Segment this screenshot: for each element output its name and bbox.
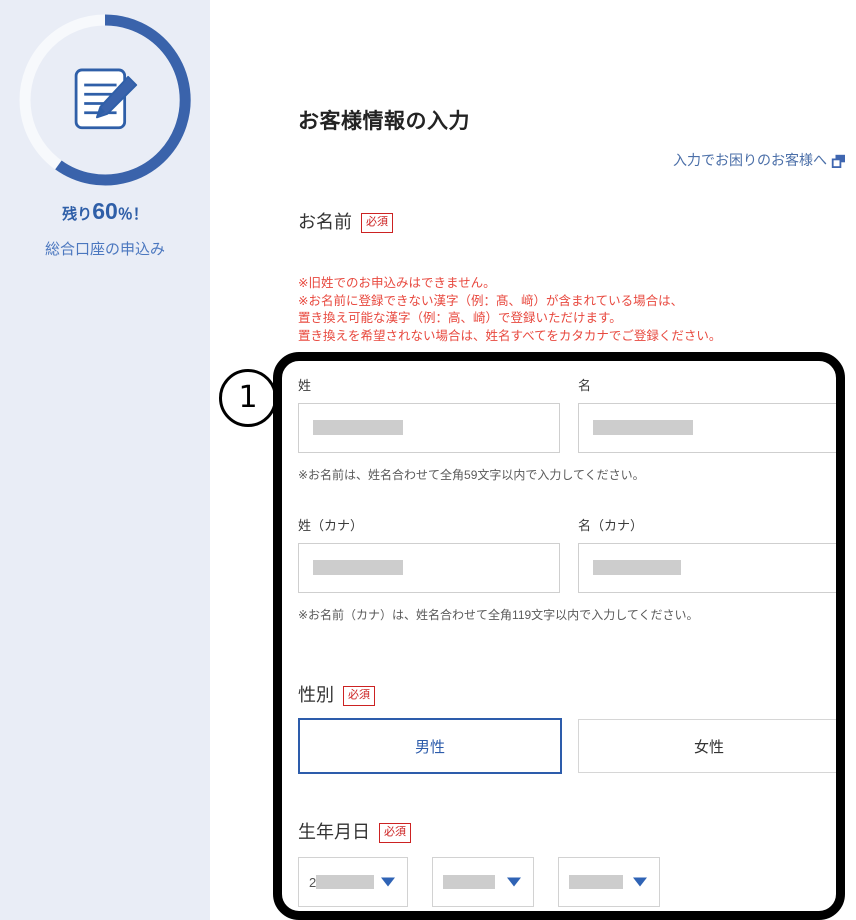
field-sei-label: 姓 xyxy=(298,378,312,393)
annotation-step-number: 1 xyxy=(219,369,277,427)
page-root: 残り60％！ 総合口座の申込み お客様情報の入力 入力でお困りのお客様へ お名前… xyxy=(0,0,856,920)
progress-value: 60 xyxy=(92,198,118,224)
external-link-icon xyxy=(831,154,846,169)
chevron-down-icon-month xyxy=(507,877,521,887)
name-section-title: お名前 xyxy=(298,212,352,232)
mei-redaction xyxy=(593,420,693,435)
sei-input[interactable] xyxy=(298,403,560,453)
name-section-label: お名前 必須 xyxy=(298,208,393,234)
gender-section-title: 性別 xyxy=(298,685,334,705)
birth-day-value xyxy=(569,875,623,889)
sei-redaction xyxy=(313,420,403,435)
field-sei: 姓 xyxy=(298,375,560,453)
birth-section-title: 生年月日 xyxy=(298,822,370,842)
name-note-1: ※旧姓でのお申込みはできません。 xyxy=(298,276,496,290)
progress-suffix: ！ xyxy=(132,206,148,223)
birth-year-redaction xyxy=(316,875,375,889)
help-link[interactable]: 入力でお困りのお客様へ xyxy=(673,150,846,170)
gender-option-female[interactable]: 女性 xyxy=(578,719,840,773)
mei-kana-redaction xyxy=(593,560,681,575)
birth-year-prefix: 2 xyxy=(309,874,317,890)
chevron-down-icon-day xyxy=(633,877,647,887)
field-mei-kana: 名（カナ） xyxy=(578,515,840,593)
progress-percent-text: 残り60％！ xyxy=(0,198,210,225)
field-mei-label: 名 xyxy=(578,378,592,393)
mei-input[interactable] xyxy=(578,403,840,453)
progress-sidebar: 残り60％！ 総合口座の申込み xyxy=(0,0,210,920)
birth-month-redaction xyxy=(443,875,495,889)
birth-year-select[interactable]: 2 xyxy=(298,857,408,907)
page-title: お客様情報の入力 xyxy=(298,110,470,133)
birth-month-value xyxy=(443,875,495,889)
field-sei-kana: 姓（カナ） xyxy=(298,515,560,593)
chevron-down-icon-year xyxy=(381,877,395,887)
name-kana-hint: ※お名前（カナ）は、姓名合わせて全角119文字以内で入力してください。 xyxy=(298,608,699,622)
help-link-label: 入力でお困りのお客様へ xyxy=(673,152,827,168)
name-hint: ※お名前は、姓名合わせて全角59文字以内で入力してください。 xyxy=(298,468,645,482)
birth-day-select[interactable] xyxy=(558,857,660,907)
required-badge-name: 必須 xyxy=(361,213,393,233)
gender-option-male-label: 男性 xyxy=(414,738,445,756)
progress-prefix: 残り xyxy=(62,206,93,223)
field-sei-kana-label: 姓（カナ） xyxy=(298,518,364,533)
progress-unit: ％ xyxy=(117,206,133,223)
birth-year-value: 2 xyxy=(309,874,375,890)
sei-kana-redaction xyxy=(313,560,403,575)
gender-option-male[interactable]: 男性 xyxy=(298,718,562,774)
birth-month-select[interactable] xyxy=(432,857,534,907)
required-badge-birth: 必須 xyxy=(379,823,411,843)
gender-option-female-label: 女性 xyxy=(693,738,724,756)
sei-kana-input[interactable] xyxy=(298,543,560,593)
progress-subtitle: 総合口座の申込み xyxy=(44,241,165,258)
document-pencil-icon xyxy=(74,68,138,130)
main-content: お客様情報の入力 入力でお困りのお客様へ お名前 必須 ※旧姓でのお申込みはでき… xyxy=(210,0,856,920)
gender-section-label: 性別 必須 xyxy=(298,681,375,707)
field-mei: 名 xyxy=(578,375,840,453)
name-note-3: 置き換え可能な漢字（例：高、崎）で登録いただけます。 xyxy=(298,311,622,325)
birth-section-label: 生年月日 必須 xyxy=(298,818,411,844)
mei-kana-input[interactable] xyxy=(578,543,840,593)
birth-day-redaction xyxy=(569,875,623,889)
required-badge-gender: 必須 xyxy=(343,686,375,706)
name-note-2: ※お名前に登録できない漢字（例：髙、﨑）が含まれている場合は、 xyxy=(298,293,684,308)
name-note-4: 置き換えを希望されない場合は、姓名すべてをカタカナでご登録ください。 xyxy=(298,328,722,343)
progress-ring-wrap xyxy=(8,8,202,192)
name-notes: ※旧姓でのお申込みはできません。 ※お名前に登録できない漢字（例：髙、﨑）が含ま… xyxy=(298,275,721,345)
field-mei-kana-label: 名（カナ） xyxy=(578,518,644,533)
